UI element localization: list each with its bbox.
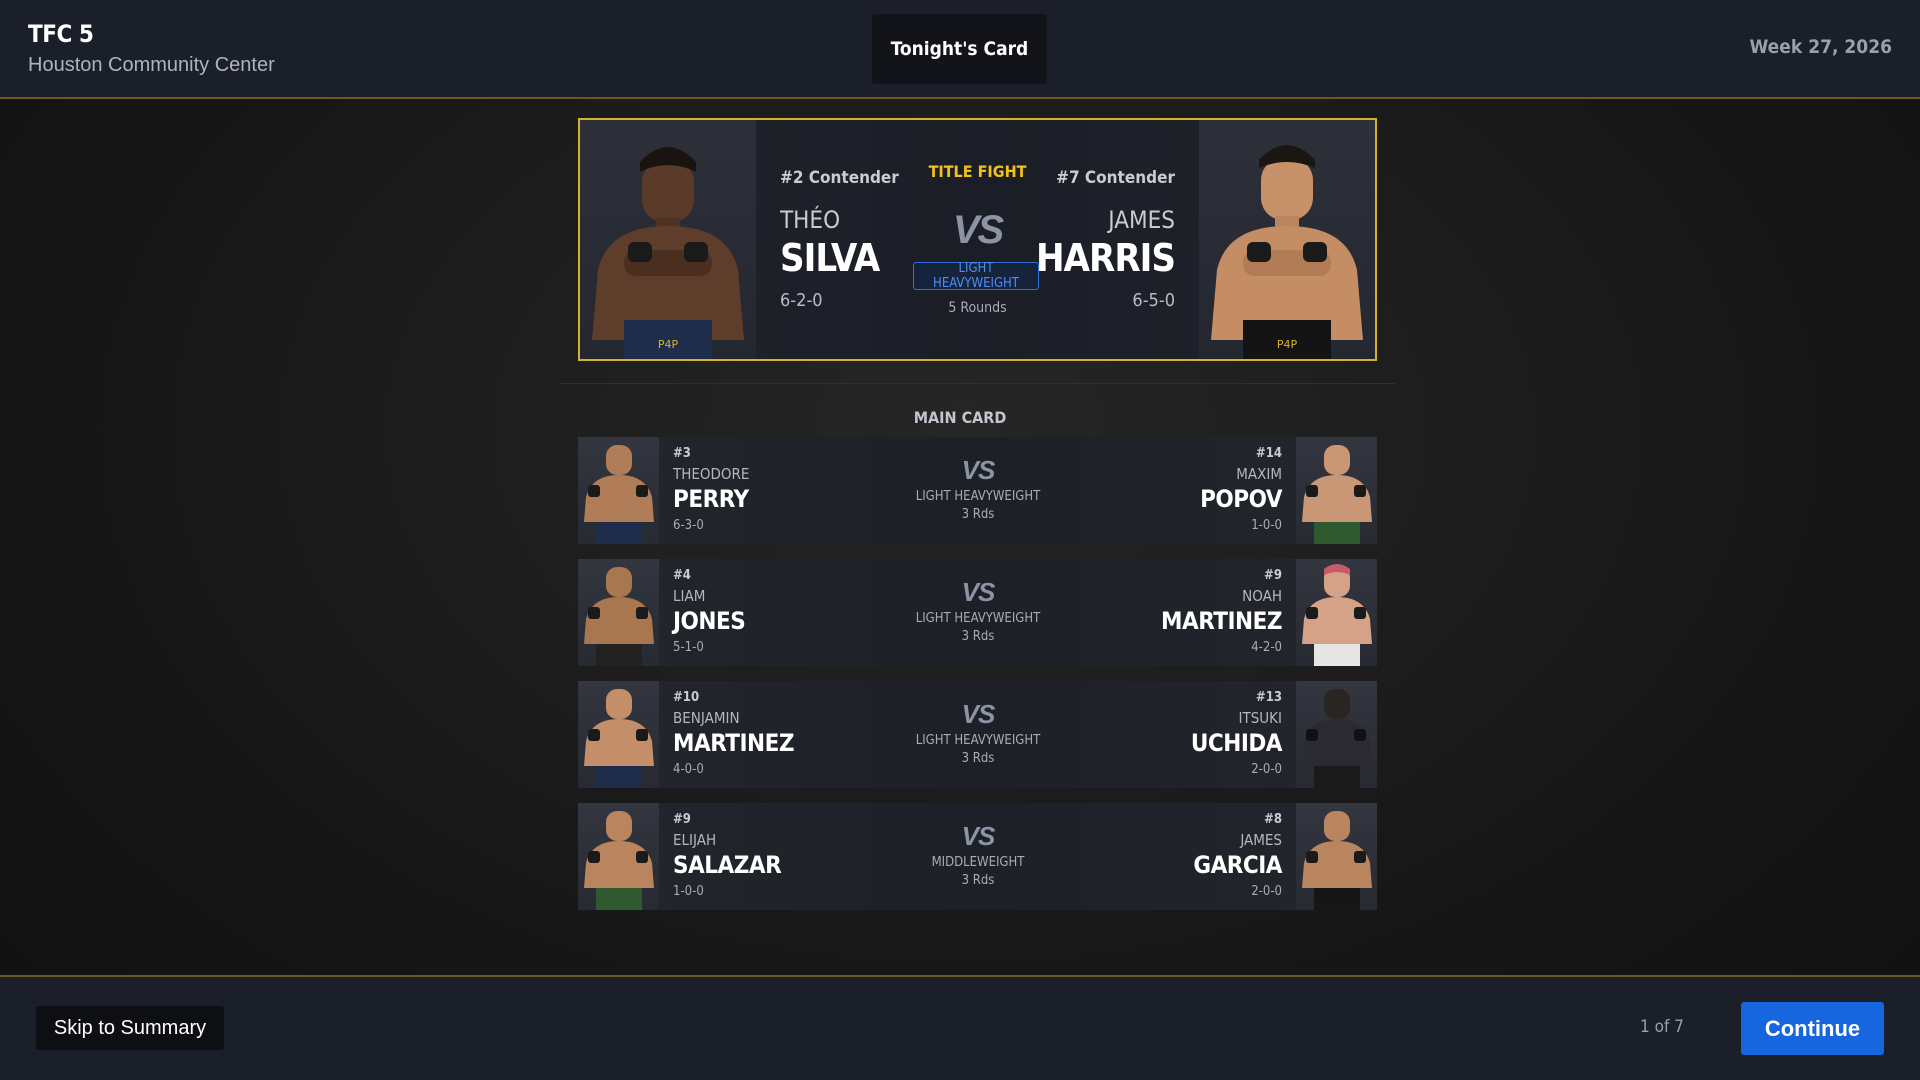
bout-row: #9 ELIJAH SALAZAR 1-0-0 VS MIDDLEWEIGHT …: [578, 803, 1377, 910]
right-fighter-first-name: JAMES: [1108, 206, 1175, 234]
bottom-bar: Skip to Summary 1 of 7 Continue: [0, 975, 1920, 1080]
continue-button[interactable]: Continue: [1741, 1002, 1884, 1055]
svg-text:P4P: P4P: [1277, 338, 1298, 351]
right-fighter-rank: #13: [1255, 690, 1282, 705]
fighter-portrait: [1296, 681, 1377, 788]
right-fighter-first-name: JAMES: [1240, 831, 1282, 849]
left-fighter-first-name: LIAM: [673, 587, 706, 605]
weight-class-label: LIGHT HEAVYWEIGHT: [915, 489, 1041, 504]
left-fighter-record: 5-1-0: [673, 640, 704, 655]
tab-tonights-card[interactable]: Tonight's Card: [872, 14, 1047, 84]
skip-to-summary-button[interactable]: Skip to Summary: [36, 1006, 224, 1050]
fighter-portrait: [578, 681, 659, 788]
right-fighter-record: 1-0-0: [1251, 518, 1282, 533]
vs-label: VS: [961, 699, 996, 729]
right-fighter-last-name: POPOV: [1200, 485, 1282, 513]
right-fighter-record: 4-2-0: [1251, 640, 1282, 655]
main-card-heading: MAIN CARD: [913, 408, 1007, 427]
left-fighter-rank: #9: [673, 812, 691, 827]
fighter-portrait: [1296, 803, 1377, 910]
right-fighter-record: 2-0-0: [1251, 884, 1282, 899]
weight-class-label: LIGHT HEAVYWEIGHT: [915, 733, 1041, 748]
right-fighter-rank: #8: [1264, 812, 1282, 827]
left-fighter-last-name: JONES: [673, 607, 746, 635]
bout-center: VS LIGHT HEAVYWEIGHT 3 Rds: [878, 559, 1078, 666]
event-venue: Houston Community Center: [28, 54, 275, 76]
left-fighter-first-name: ELIJAH: [673, 831, 717, 849]
right-fighter-first-name: NOAH: [1242, 587, 1282, 605]
title-fight-label: TITLE FIGHT: [928, 162, 1027, 181]
title-fight-center: TITLE FIGHT VS LIGHT HEAVYWEIGHT 5 Round…: [900, 120, 1055, 359]
rounds-label: 3 Rds: [961, 629, 995, 644]
left-fighter-rank: #2 Contender: [780, 168, 899, 188]
fighter-portrait: [1296, 559, 1377, 666]
fighter-portrait: [578, 803, 659, 910]
right-fighter-last-name: UCHIDA: [1190, 729, 1283, 757]
vs-label: VS: [961, 821, 996, 851]
event-title: TFC 5: [28, 20, 94, 48]
right-fighter-record: 6-5-0: [1132, 290, 1175, 311]
right-fighter-first-name: MAXIM: [1236, 465, 1282, 483]
right-fighter-record: 2-0-0: [1251, 762, 1282, 777]
bout-center: VS LIGHT HEAVYWEIGHT 3 Rds: [878, 681, 1078, 788]
right-fighter-rank: #7 Contender: [1056, 168, 1175, 188]
section-divider: [560, 383, 1395, 384]
right-fighter-last-name: GARCIA: [1193, 851, 1282, 879]
left-fighter-record: 4-0-0: [673, 762, 704, 777]
top-bar: TFC 5 Houston Community Center Tonight's…: [0, 0, 1920, 99]
bout-center: VS MIDDLEWEIGHT 3 Rds: [878, 803, 1078, 910]
fighter-portrait: [578, 437, 659, 544]
bout-center: VS LIGHT HEAVYWEIGHT 3 Rds: [878, 437, 1078, 544]
rounds-label: 3 Rds: [961, 873, 995, 888]
weight-class-label: LIGHT HEAVYWEIGHT: [915, 611, 1041, 626]
vs-label: VS: [961, 455, 996, 485]
right-fighter-rank: #9: [1264, 568, 1282, 583]
left-fighter-last-name: MARTINEZ: [673, 729, 795, 757]
bout-row: #4 LIAM JONES 5-1-0 VS LIGHT HEAVYWEIGHT…: [578, 559, 1377, 666]
vs-label: VS: [961, 577, 996, 607]
rounds-label: 3 Rds: [961, 751, 995, 766]
rounds-label: 5 Rounds: [948, 300, 1007, 316]
fighter-portrait-harris: P4P: [1199, 120, 1375, 359]
right-fighter-last-name: HARRIS: [1035, 236, 1176, 280]
rounds-label: 3 Rds: [961, 507, 995, 522]
week-label: Week 27, 2026: [1749, 36, 1893, 58]
fighter-portrait: [1296, 437, 1377, 544]
right-fighter-last-name: MARTINEZ: [1161, 607, 1283, 635]
svg-text:P4P: P4P: [658, 338, 679, 351]
fighter-portrait-silva: P4P: [580, 120, 756, 359]
left-fighter-last-name: PERRY: [673, 485, 749, 513]
left-fighter-record: 1-0-0: [673, 884, 704, 899]
left-fighter-last-name: SALAZAR: [673, 851, 782, 879]
page-indicator: 1 of 7: [1640, 1017, 1684, 1037]
left-fighter-first-name: THEODORE: [673, 465, 750, 483]
bout-row: #3 THEODORE PERRY 6-3-0 VS LIGHT HEAVYWE…: [578, 437, 1377, 544]
vs-label: VS: [952, 208, 1004, 252]
right-fighter-rank: #14: [1255, 446, 1282, 461]
weight-class-label: MIDDLEWEIGHT: [931, 855, 1025, 870]
left-fighter-first-name: BENJAMIN: [673, 709, 740, 727]
weight-class-badge: LIGHT HEAVYWEIGHT: [913, 261, 1039, 291]
right-fighter-first-name: ITSUKI: [1238, 709, 1283, 727]
left-fighter-last-name: SILVA: [780, 236, 880, 280]
left-fighter-record: 6-3-0: [673, 518, 704, 533]
bout-row: #10 BENJAMIN MARTINEZ 4-0-0 VS LIGHT HEA…: [578, 681, 1377, 788]
left-fighter-first-name: THÉO: [780, 206, 841, 234]
left-fighter-record: 6-2-0: [780, 290, 823, 311]
title-fight-card: P4P #2 Contender THÉO SILVA 6-2-0 TITLE …: [578, 118, 1377, 361]
left-fighter-rank: #4: [673, 568, 691, 583]
fighter-portrait: [578, 559, 659, 666]
left-fighter-rank: #10: [673, 690, 700, 705]
left-fighter-rank: #3: [673, 446, 691, 461]
